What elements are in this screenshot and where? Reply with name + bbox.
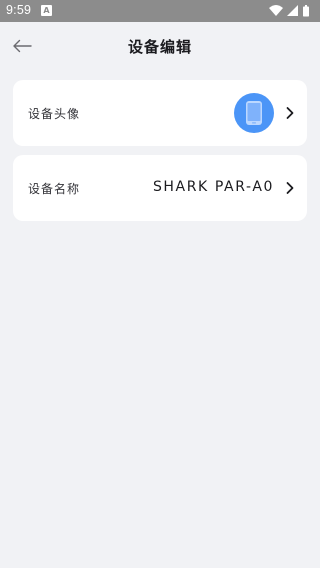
device-avatar[interactable] bbox=[234, 93, 274, 133]
status-icons bbox=[268, 4, 314, 18]
device-name-row[interactable]: 设备名称 SHARK PAR-A0 bbox=[13, 155, 307, 221]
page-title: 设备编辑 bbox=[127, 38, 192, 56]
status-bar: 9:59 A bbox=[0, 0, 320, 22]
device-avatar-row[interactable]: 设备头像 bbox=[13, 80, 307, 146]
device-name-label: 设备名称 bbox=[28, 182, 81, 196]
chevron-right-icon bbox=[286, 107, 294, 119]
wifi-icon bbox=[269, 5, 283, 16]
chevron-right-icon bbox=[286, 182, 294, 194]
device-avatar-label: 设备头像 bbox=[28, 107, 81, 121]
battery-icon bbox=[303, 5, 309, 17]
status-time: 9:59 bbox=[6, 3, 32, 17]
app-header: 设备编辑 bbox=[0, 22, 320, 70]
notification-icon: A bbox=[41, 5, 52, 16]
device-name-value: SHARK PAR-A0 bbox=[152, 179, 274, 195]
signal-icon bbox=[287, 5, 298, 16]
phone-icon bbox=[246, 101, 262, 125]
